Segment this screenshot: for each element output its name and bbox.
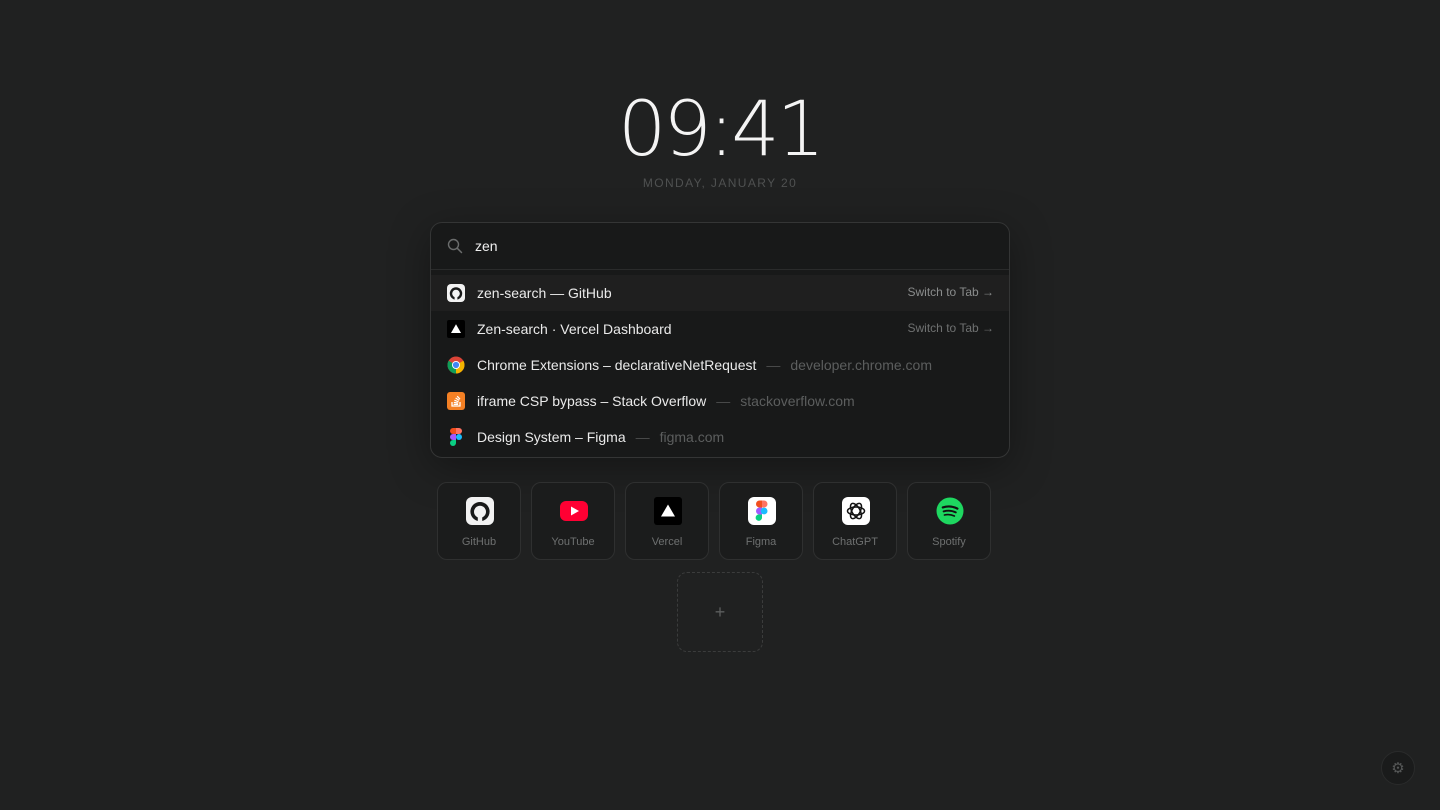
shortcut-youtube[interactable]: YouTube xyxy=(531,482,615,560)
youtube-icon xyxy=(560,497,588,525)
shortcut-tiles: GitHub YouTube Vercel Figma ChatGPT Spot… xyxy=(437,482,991,560)
shortcut-label: Spotify xyxy=(932,536,966,548)
result-separator: — xyxy=(716,393,731,409)
add-shortcut-button[interactable]: + xyxy=(677,572,763,652)
clock-date: MONDAY, JANUARY 20 xyxy=(642,176,798,190)
gear-icon: ⚙ xyxy=(1391,760,1405,777)
figma-icon xyxy=(748,497,776,525)
shortcut-label: Figma xyxy=(745,536,777,548)
vercel-icon xyxy=(447,320,465,338)
chatgpt-icon xyxy=(842,497,870,525)
result-domain: figma.com xyxy=(659,429,725,445)
stackoverflow-icon xyxy=(447,392,465,410)
result-title: Chrome Extensions – declarativeNetReques… xyxy=(477,357,757,373)
switch-to-tab-button[interactable]: Switch to Tab → xyxy=(908,285,994,299)
result-item[interactable]: iframe CSP bypass – Stack Overflow — sta… xyxy=(431,383,1009,419)
spotify-icon xyxy=(936,497,964,525)
result-title: zen-search — GitHub xyxy=(477,285,612,301)
vercel-icon xyxy=(654,497,682,525)
shortcut-label: Vercel xyxy=(651,536,683,548)
result-title: Zen-search · Vercel Dashboard xyxy=(477,321,672,337)
search-panel: zen-search — GitHub Switch to Tab → Zen-… xyxy=(430,222,1010,458)
result-title: iframe CSP bypass – Stack Overflow xyxy=(477,393,707,409)
shortcut-label: YouTube xyxy=(551,536,595,548)
result-separator: — xyxy=(635,429,650,445)
search-input[interactable] xyxy=(475,235,975,257)
shortcut-github[interactable]: GitHub xyxy=(437,482,521,560)
shortcut-label: GitHub xyxy=(461,536,497,548)
search-bar[interactable] xyxy=(431,223,1009,270)
search-icon xyxy=(447,238,463,254)
github-icon xyxy=(466,497,494,525)
plus-icon: + xyxy=(714,601,726,622)
new-tab-page: 09:41 MONDAY, JANUARY 20 zen zen-search … xyxy=(0,0,1440,810)
result-domain: stackoverflow.com xyxy=(740,393,855,409)
result-domain: developer.chrome.com xyxy=(790,357,933,373)
shortcut-chatgpt[interactable]: ChatGPT xyxy=(813,482,897,560)
result-item[interactable]: zen-search — GitHub Switch to Tab → xyxy=(431,275,1009,311)
shortcut-spotify[interactable]: Spotify xyxy=(907,482,991,560)
settings-button[interactable]: ⚙ xyxy=(1381,751,1415,785)
shortcut-label: ChatGPT xyxy=(832,536,878,548)
result-item[interactable]: Chrome Extensions – declarativeNetReques… xyxy=(431,347,1009,383)
results-list: zen-search — GitHub Switch to Tab → Zen-… xyxy=(431,270,1009,455)
github-icon xyxy=(447,284,465,302)
result-item[interactable]: Design System – Figma — figma.com xyxy=(431,419,1009,455)
result-separator: — xyxy=(766,357,781,373)
shortcut-figma[interactable]: Figma xyxy=(719,482,803,560)
result-title: Design System – Figma xyxy=(477,429,626,445)
switch-to-tab-button[interactable]: Switch to Tab → xyxy=(908,321,994,335)
result-item[interactable]: Zen-search · Vercel Dashboard Switch to … xyxy=(431,311,1009,347)
shortcut-vercel[interactable]: Vercel xyxy=(625,482,709,560)
figma-icon xyxy=(447,428,465,446)
chrome-icon xyxy=(447,356,465,374)
clock-time: 09:41 xyxy=(617,84,825,173)
